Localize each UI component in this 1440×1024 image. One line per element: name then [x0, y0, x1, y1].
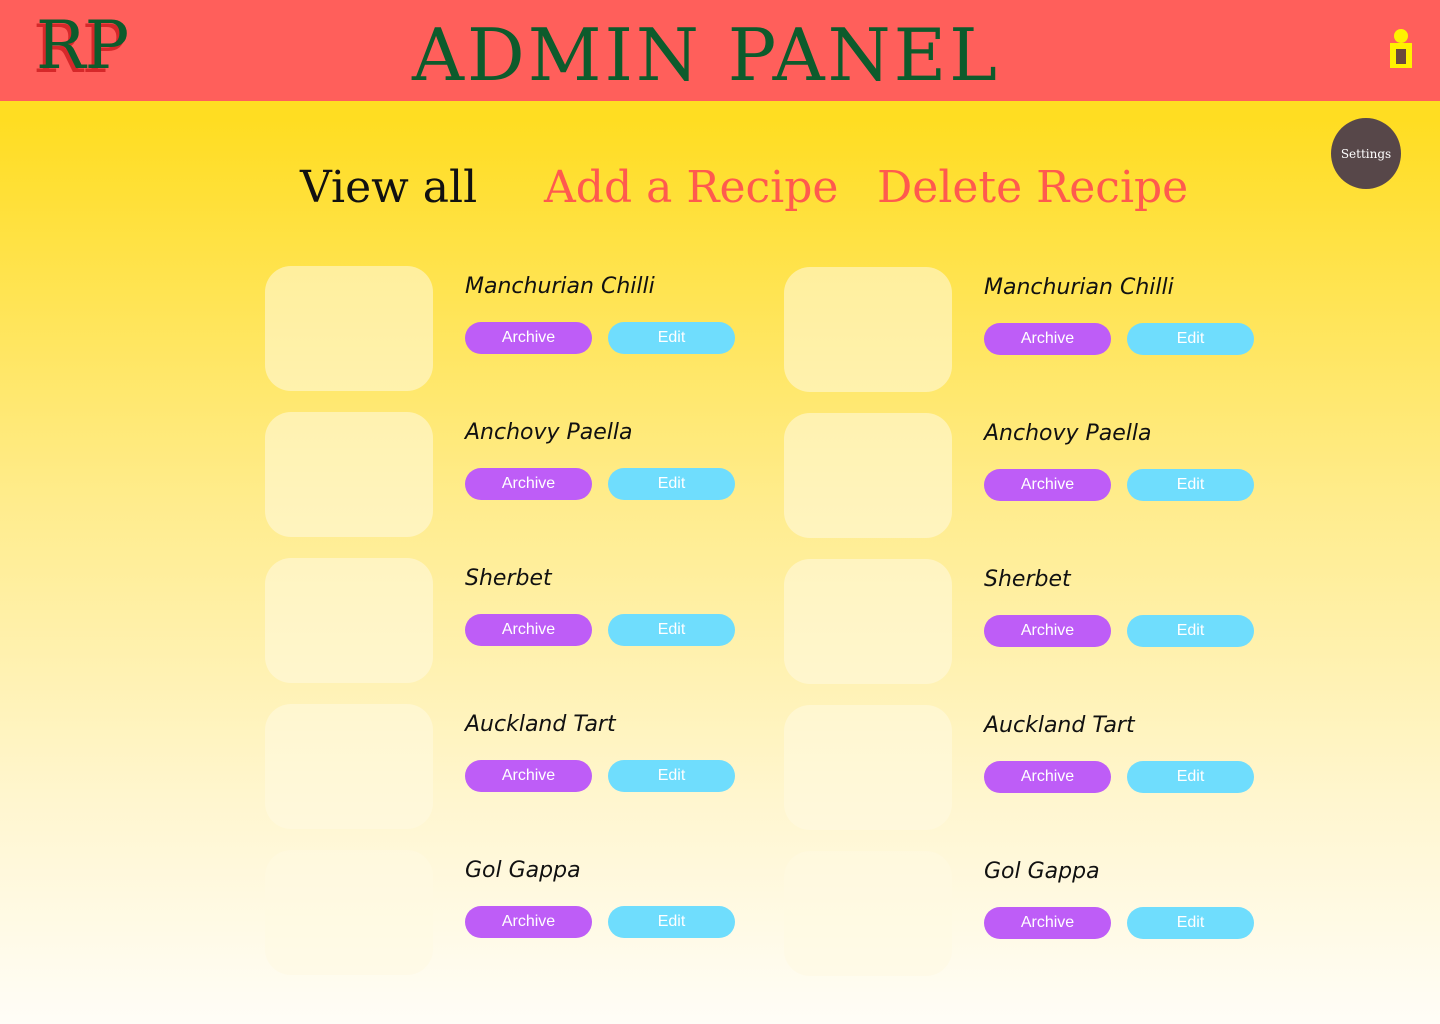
edit-button[interactable]: Edit — [608, 760, 735, 792]
recipe-thumbnail[interactable] — [784, 267, 952, 392]
recipe-thumbnail[interactable] — [265, 704, 433, 829]
recipe-name: Anchovy Paella — [984, 421, 1152, 446]
archive-button[interactable]: Archive — [984, 615, 1111, 647]
recipe-name: Manchurian Chilli — [465, 274, 655, 299]
edit-button[interactable]: Edit — [608, 322, 735, 354]
tab-delete-recipe[interactable]: Delete Recipe — [877, 160, 1188, 216]
edit-button[interactable]: Edit — [608, 468, 735, 500]
recipe-name: Sherbet — [465, 566, 552, 591]
archive-button[interactable]: Archive — [984, 323, 1111, 355]
archive-button[interactable]: Archive — [984, 907, 1111, 939]
recipe-name: Gol Gappa — [465, 858, 581, 883]
recipe-name: Auckland Tart — [465, 712, 616, 737]
page-title: ADMIN PANEL — [412, 13, 1000, 97]
recipe-thumbnail[interactable] — [265, 412, 433, 537]
edit-button[interactable]: Edit — [1127, 907, 1254, 939]
archive-button[interactable]: Archive — [984, 761, 1111, 793]
recipe-name: Gol Gappa — [984, 859, 1100, 884]
recipe-card: Gol Gappa Archive Edit — [265, 850, 735, 976]
user-icon[interactable] — [1386, 28, 1416, 70]
recipe-name: Anchovy Paella — [465, 420, 633, 445]
recipe-thumbnail[interactable] — [784, 559, 952, 684]
recipe-card: Gol Gappa Archive Edit — [784, 851, 1254, 977]
edit-button[interactable]: Edit — [1127, 761, 1254, 793]
edit-button[interactable]: Edit — [1127, 615, 1254, 647]
recipe-card: Manchurian Chilli Archive Edit — [784, 267, 1254, 393]
recipe-card: Auckland Tart Archive Edit — [784, 705, 1254, 831]
recipe-thumbnail[interactable] — [784, 705, 952, 830]
archive-button[interactable]: Archive — [984, 469, 1111, 501]
edit-button[interactable]: Edit — [608, 906, 735, 938]
recipe-card: Manchurian Chilli Archive Edit — [265, 266, 735, 392]
tab-add-recipe[interactable]: Add a Recipe — [544, 160, 838, 216]
archive-button[interactable]: Archive — [465, 906, 592, 938]
recipe-thumbnail[interactable] — [265, 266, 433, 391]
recipe-card: Anchovy Paella Archive Edit — [784, 413, 1254, 539]
recipe-card: Sherbet Archive Edit — [784, 559, 1254, 685]
recipe-thumbnail[interactable] — [265, 850, 433, 975]
archive-button[interactable]: Archive — [465, 760, 592, 792]
recipe-name: Manchurian Chilli — [984, 275, 1174, 300]
recipe-name: Auckland Tart — [984, 713, 1135, 738]
recipe-thumbnail[interactable] — [784, 851, 952, 976]
edit-button[interactable]: Edit — [1127, 469, 1254, 501]
recipe-card: Sherbet Archive Edit — [265, 558, 735, 684]
tab-view-all[interactable]: View all — [300, 160, 477, 216]
recipe-name: Sherbet — [984, 567, 1071, 592]
recipe-card: Anchovy Paella Archive Edit — [265, 412, 735, 538]
archive-button[interactable]: Archive — [465, 322, 592, 354]
recipe-card: Auckland Tart Archive Edit — [265, 704, 735, 830]
header-bar: RP ADMIN PANEL — [0, 0, 1440, 101]
recipe-thumbnail[interactable] — [265, 558, 433, 683]
edit-button[interactable]: Edit — [1127, 323, 1254, 355]
edit-button[interactable]: Edit — [608, 614, 735, 646]
archive-button[interactable]: Archive — [465, 614, 592, 646]
recipe-thumbnail[interactable] — [784, 413, 952, 538]
archive-button[interactable]: Archive — [465, 468, 592, 500]
settings-button[interactable]: Settings — [1331, 118, 1401, 189]
